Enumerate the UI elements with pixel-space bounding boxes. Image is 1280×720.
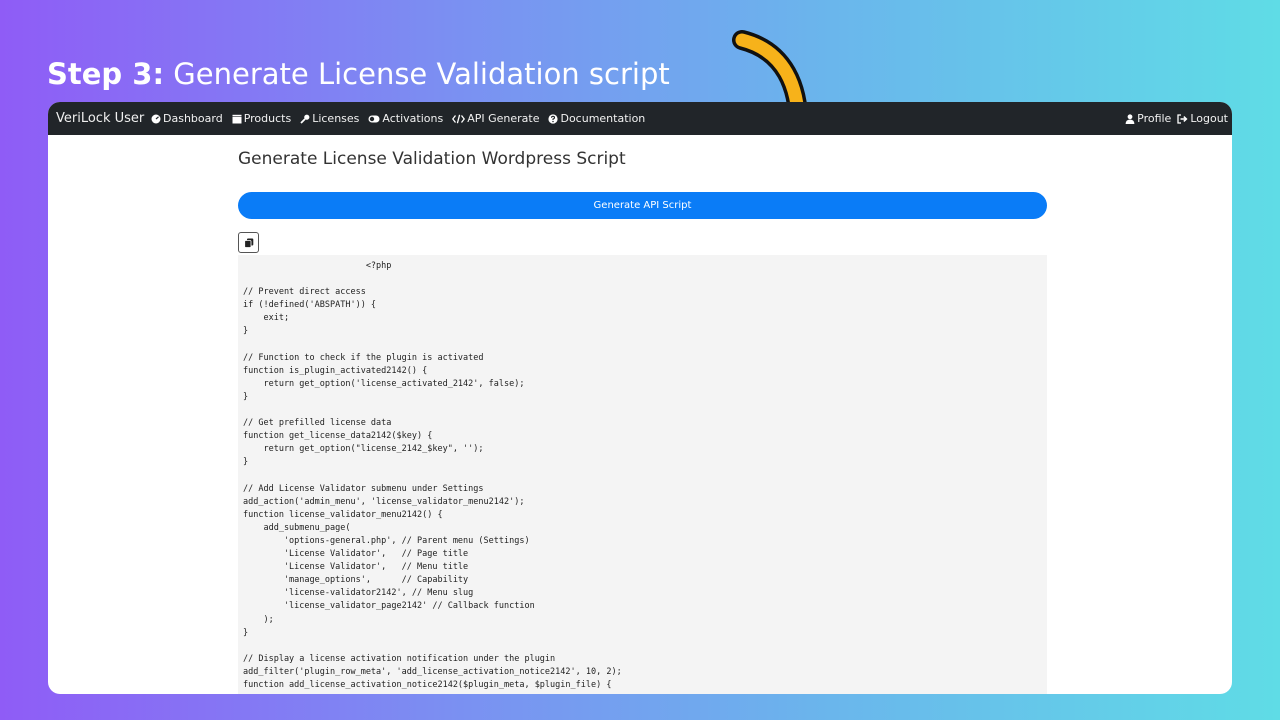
script-code: <?php // Prevent direct access if (!defi… (243, 261, 622, 690)
navbar-brand[interactable]: VeriLock User (56, 102, 144, 135)
step-title: Step 3: Generate License Validation scri… (47, 52, 670, 96)
products-icon (232, 114, 242, 123)
copy-button[interactable] (238, 232, 259, 253)
nav-products[interactable]: Products (232, 112, 292, 125)
nav-profile[interactable]: Profile (1125, 112, 1171, 125)
nav-activations-label: Activations (382, 112, 444, 125)
toggle-icon (368, 115, 380, 122)
nav-user-links: Profile Logout (1119, 102, 1228, 135)
nav-documentation-label: Documentation (560, 112, 646, 125)
nav-links: Dashboard Products Licenses Activations … (151, 102, 654, 135)
generate-api-script-button[interactable]: Generate API Script (238, 192, 1047, 219)
step-description: Generate License Validation script (164, 57, 670, 91)
nav-licenses[interactable]: Licenses (300, 112, 359, 125)
nav-dashboard-label: Dashboard (163, 112, 223, 125)
nav-logout-label: Logout (1190, 112, 1228, 125)
nav-api-generate-label: API Generate (467, 112, 540, 125)
nav-licenses-label: Licenses (312, 112, 360, 125)
browser-window: VeriLock User Dashboard Products License… (48, 102, 1232, 694)
question-icon (548, 113, 559, 124)
nav-profile-label: Profile (1137, 112, 1172, 125)
nav-api-generate[interactable]: API Generate (452, 112, 539, 125)
nav-logout[interactable]: Logout (1177, 112, 1228, 125)
dashboard-icon (151, 114, 161, 123)
page-title: Generate License Validation Wordpress Sc… (238, 149, 626, 169)
nav-activations[interactable]: Activations (368, 112, 443, 125)
nav-documentation[interactable]: Documentation (548, 112, 645, 125)
copy-icon (243, 238, 253, 248)
code-icon (452, 114, 466, 123)
code-block[interactable]: <?php // Prevent direct access if (!defi… (238, 255, 1047, 694)
nav-products-label: Products (243, 112, 292, 125)
logout-icon (1177, 113, 1188, 124)
key-icon (300, 114, 310, 124)
user-icon (1125, 113, 1135, 124)
step-number: Step 3: (47, 57, 165, 91)
nav-dashboard[interactable]: Dashboard (151, 112, 223, 125)
navbar: VeriLock User Dashboard Products License… (48, 102, 1232, 135)
